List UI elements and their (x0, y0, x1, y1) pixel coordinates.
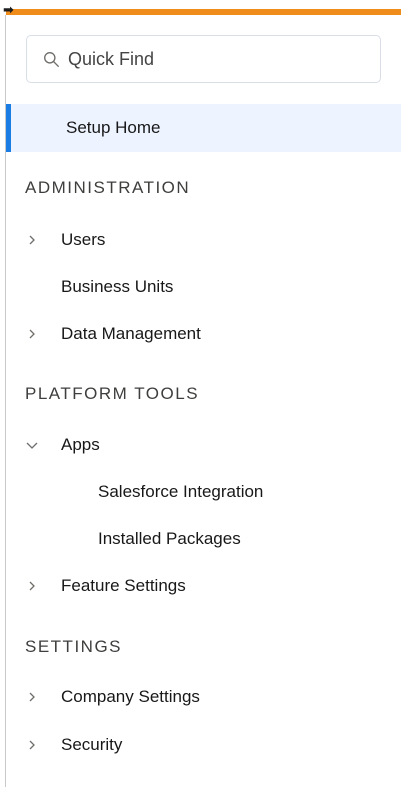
chevron-right-icon (29, 581, 35, 591)
sidebar-item-label: Salesforce Integration (98, 482, 264, 501)
section-administration: ADMINISTRATION (25, 178, 191, 197)
sidebar-item-installed-packages[interactable]: Installed Packages (6, 519, 401, 559)
sidebar-item-data-management[interactable]: Data Management (6, 314, 401, 354)
quick-find-search[interactable] (26, 35, 381, 83)
sidebar-item-business-units[interactable]: Business Units (6, 267, 401, 307)
sidebar-item-label: Apps (61, 435, 100, 454)
chevron-right-icon (29, 329, 35, 339)
chevron-right-icon (29, 692, 35, 702)
sidebar-item-label: Business Units (61, 277, 174, 296)
sidebar-item-label: Installed Packages (98, 529, 241, 548)
chevron-right-icon (29, 740, 35, 750)
search-input[interactable] (68, 48, 358, 70)
section-settings: SETTINGS (25, 637, 123, 656)
top-accent-bar (6, 9, 401, 15)
sidebar-item-security[interactable]: Security (6, 725, 401, 765)
sidebar-item-label: Data Management (61, 324, 201, 343)
section-platform-tools: PLATFORM TOOLS (25, 384, 200, 403)
sidebar-item-setup-home[interactable]: Setup Home (6, 104, 401, 152)
setup-sidebar: ➡ Setup Home ADMINISTRATION Users Busine… (0, 0, 401, 787)
sidebar-item-feature-settings[interactable]: Feature Settings (6, 566, 401, 606)
sidebar-item-label: Feature Settings (61, 576, 186, 595)
chevron-right-icon (29, 235, 35, 245)
sidebar-item-salesforce-integration[interactable]: Salesforce Integration (6, 472, 401, 512)
sidebar-item-users[interactable]: Users (6, 220, 401, 260)
sidebar-item-company-settings[interactable]: Company Settings (6, 677, 401, 717)
search-icon (44, 51, 59, 67)
sidebar-item-label: Company Settings (61, 687, 200, 706)
sidebar-item-label: Users (61, 230, 106, 249)
sidebar-item-apps[interactable]: Apps (6, 425, 401, 465)
sidebar-item-label: Setup Home (66, 118, 161, 137)
chevron-down-icon (26, 442, 38, 449)
sidebar-item-label: Security (61, 735, 123, 754)
